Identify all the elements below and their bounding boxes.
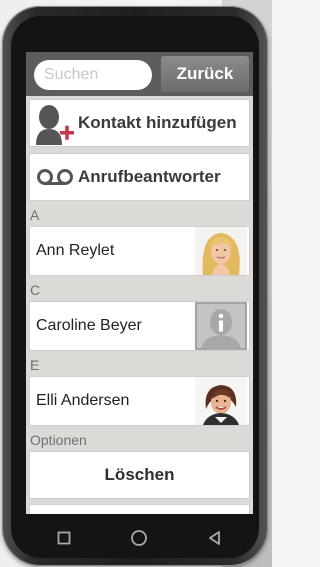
stage: Suchen Zurück Kontakt hinzufügen Anrufbe… (0, 0, 272, 567)
top-bar: Suchen Zurück (26, 52, 253, 96)
contact-name: Ann Reylet (36, 242, 115, 259)
person-placeholder-icon (195, 302, 247, 350)
square-icon (57, 531, 71, 545)
list-item[interactable] (29, 504, 250, 514)
add-contact-label: Kontakt hinzufügen (78, 113, 237, 132)
add-contact-button[interactable]: Kontakt hinzufügen (29, 99, 250, 147)
avatar (195, 377, 247, 425)
avatar (195, 227, 247, 275)
add-contact-icon (32, 101, 78, 145)
home-button[interactable] (124, 523, 154, 553)
contact-row-caroline-beyer[interactable]: Caroline Beyer (29, 301, 250, 351)
contacts-screen: Suchen Zurück Kontakt hinzufügen Anrufbe… (26, 52, 253, 514)
section-header-e: E (30, 357, 40, 373)
back-button[interactable]: Zurück (161, 56, 249, 92)
delete-button[interactable]: Löschen (29, 451, 250, 499)
avatar (195, 302, 247, 350)
options-header: Optionen (30, 432, 87, 448)
voicemail-button[interactable]: Anrufbeantworter (29, 153, 250, 201)
contact-name: Elli Andersen (36, 392, 130, 409)
system-back-button[interactable] (200, 523, 230, 553)
search-input[interactable]: Suchen (34, 60, 152, 90)
section-header-a: A (30, 207, 40, 223)
recent-apps-button[interactable] (49, 523, 79, 553)
circle-icon (131, 530, 148, 546)
contact-row-ann-reylet[interactable]: Ann Reylet (29, 226, 250, 276)
voicemail-label: Anrufbeantworter (78, 167, 221, 186)
system-navigation-bar (26, 519, 253, 557)
voicemail-icon (36, 167, 76, 187)
section-header-c: C (30, 282, 41, 298)
back-triangle-icon (209, 531, 221, 545)
contact-name: Caroline Beyer (36, 317, 142, 334)
contact-row-elli-andersen[interactable]: Elli Andersen (29, 376, 250, 426)
